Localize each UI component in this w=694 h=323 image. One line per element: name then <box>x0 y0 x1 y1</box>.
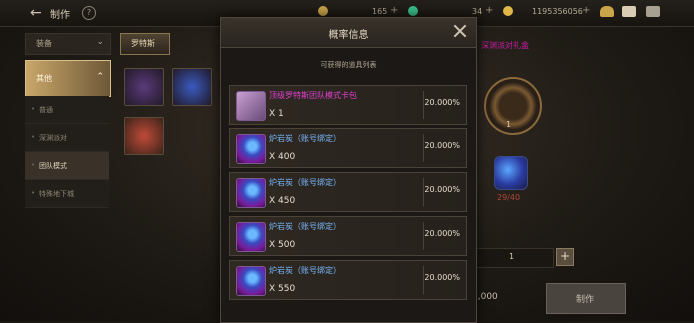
coin-count: 165 <box>372 7 388 16</box>
chevron-up-icon: ⌃ <box>96 72 104 82</box>
item-qty: X 1 <box>269 109 284 119</box>
modal-title: 概率信息 <box>328 30 369 41</box>
back-arrow-icon[interactable]: ← <box>30 5 46 21</box>
chevron-down-icon: ⌄ <box>96 37 104 47</box>
tab-label: 罗特斯 <box>131 39 155 48</box>
add-gold-button[interactable]: + <box>582 5 590 16</box>
mail-icon[interactable] <box>622 6 636 17</box>
ore-icon <box>236 134 266 164</box>
make-button[interactable]: 制作 <box>546 283 626 314</box>
item-name: 顶级罗特斯团队模式卡包 <box>269 91 357 100</box>
category-dropdown[interactable]: 装备 ⌄ <box>25 33 111 55</box>
item-probability: 20.000% <box>424 229 460 238</box>
item-name: 炉岩炭（账号绑定） <box>269 134 341 143</box>
gem-count: 34 <box>472 7 483 16</box>
item-probability: 20.000% <box>424 141 460 150</box>
quantity-plus-button[interactable]: + <box>556 248 574 266</box>
sidebar-item-label: 团队模式 <box>31 161 67 171</box>
result-item-icon[interactable] <box>484 77 542 135</box>
craft-item-slot[interactable] <box>124 117 164 155</box>
add-coin-button[interactable]: + <box>390 5 398 16</box>
gold-count: 1195356056 <box>532 7 583 16</box>
list-item: 炉岩炭（账号绑定） X 500 20.000% <box>229 216 467 256</box>
gem-icon <box>408 6 418 16</box>
sidebar-item-special-dungeon[interactable]: 特殊地下城 <box>25 180 109 208</box>
list-item: 炉岩炭（账号绑定） X 400 20.000% <box>229 128 467 168</box>
gold-icon <box>503 6 513 16</box>
sidebar-item-other[interactable]: 其他 ⌃ <box>25 60 111 97</box>
item-probability: 20.000% <box>424 185 460 194</box>
sidebar-item-abyss-party[interactable]: 深渊派对 <box>25 124 109 152</box>
ore-icon <box>236 222 266 252</box>
item-qty: X 400 <box>269 152 296 162</box>
tab-lotus[interactable]: 罗特斯 <box>120 33 170 55</box>
list-item: 炉岩炭（账号绑定） X 450 20.000% <box>229 172 467 212</box>
material-icon[interactable] <box>494 156 528 190</box>
item-qty: X 550 <box>269 284 296 294</box>
page-title: 制作 <box>50 10 70 21</box>
close-icon[interactable] <box>453 24 467 38</box>
add-gem-button[interactable]: + <box>485 5 493 16</box>
ore-icon <box>236 178 266 208</box>
ore-icon <box>236 266 266 296</box>
card-pack-icon <box>236 91 266 121</box>
menu-icon[interactable] <box>646 6 660 17</box>
result-title: 深渊派对礼盒 <box>481 41 529 50</box>
sidebar-item-team-mode[interactable]: 团队模式 <box>25 152 109 180</box>
probability-modal: 概率信息 可获得的道具列表 顶级罗特斯团队模式卡包 X 1 20.000% 炉岩… <box>220 17 477 323</box>
coin-icon <box>318 6 328 16</box>
sidebar-item-label: 深渊派对 <box>31 133 67 143</box>
make-button-label: 制作 <box>576 295 595 305</box>
modal-subtitle: 可获得的道具列表 <box>320 61 377 69</box>
list-item: 顶级罗特斯团队模式卡包 X 1 20.000% <box>229 85 467 125</box>
sidebar-item-label: 普通 <box>31 105 53 115</box>
craft-item-slot[interactable] <box>172 68 212 106</box>
list-item: 炉岩炭（账号绑定） X 550 20.000% <box>229 260 467 300</box>
item-qty: X 450 <box>269 196 296 206</box>
quantity-field[interactable]: 1 <box>472 248 554 268</box>
item-name: 炉岩炭（账号绑定） <box>269 222 341 231</box>
result-count: 1 <box>506 120 512 129</box>
item-qty: X 500 <box>269 240 296 250</box>
sidebar-active-label: 其他 <box>36 74 52 83</box>
sidebar-item-label: 特殊地下城 <box>31 189 74 199</box>
treasure-icon[interactable] <box>600 6 614 17</box>
modal-header: 概率信息 <box>221 18 476 48</box>
item-name: 炉岩炭（账号绑定） <box>269 178 341 187</box>
craft-item-slot[interactable] <box>124 68 164 106</box>
quantity-value: 1 <box>509 252 515 261</box>
item-name: 炉岩炭（账号绑定） <box>269 266 341 275</box>
item-probability: 20.000% <box>424 273 460 282</box>
item-probability: 20.000% <box>424 98 460 107</box>
sidebar-item-normal[interactable]: 普通 <box>25 96 109 124</box>
material-count: 29/40 <box>497 193 521 202</box>
help-icon[interactable]: ? <box>82 6 96 20</box>
category-dropdown-label: 装备 <box>36 39 52 48</box>
